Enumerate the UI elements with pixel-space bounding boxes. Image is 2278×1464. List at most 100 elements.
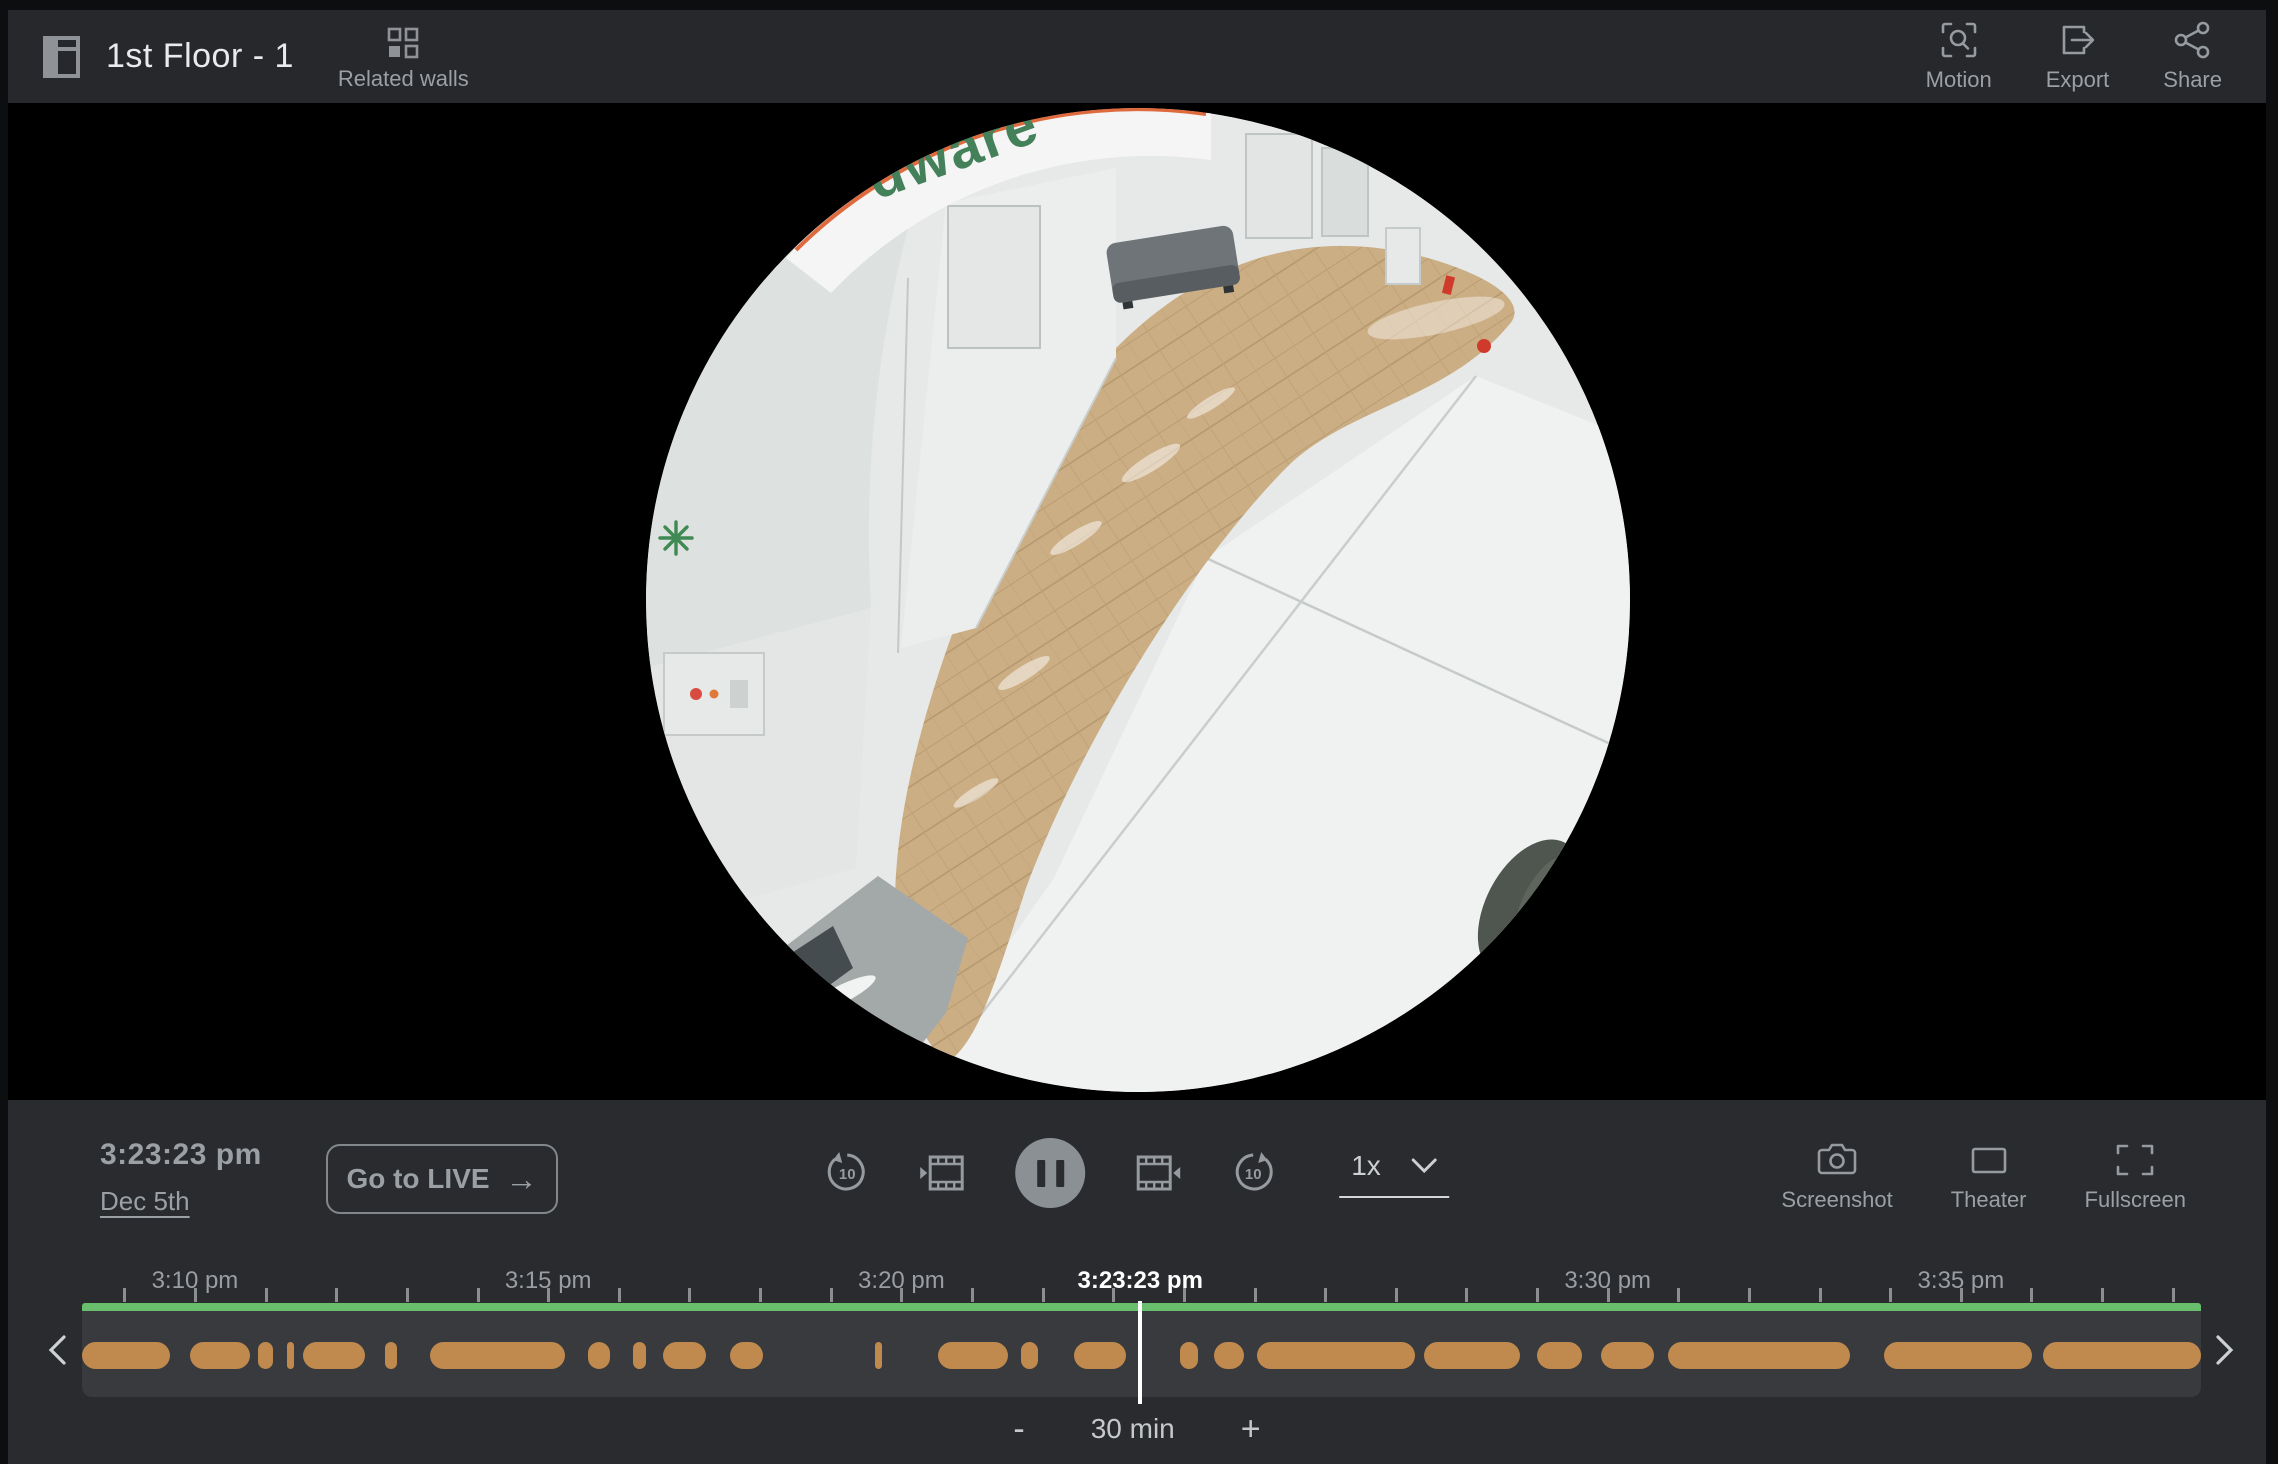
timeline-tick: [1819, 1288, 1822, 1302]
timeline-tick: [1889, 1288, 1892, 1302]
timeline-tick: [547, 1288, 550, 1302]
motion-event-segment: [1257, 1342, 1415, 1369]
video-player-window: 1st Floor - 1 Related walls Motion: [8, 10, 2266, 1464]
motion-event-segment: [430, 1342, 565, 1369]
fisheye-camera-view[interactable]: dware: [646, 108, 1630, 1092]
motion-event-segment: [258, 1342, 273, 1369]
motion-event-segment: [303, 1342, 365, 1369]
motion-event-segment: [1424, 1342, 1520, 1369]
related-walls-button[interactable]: Related walls: [338, 21, 469, 92]
pause-button[interactable]: [1015, 1138, 1085, 1208]
camera-icon: [1816, 1140, 1858, 1180]
go-to-live-button[interactable]: Go to LIVE →: [326, 1144, 558, 1214]
fullscreen-label: Fullscreen: [2085, 1187, 2186, 1213]
motion-event-segment: [663, 1342, 706, 1369]
share-button[interactable]: Share: [2163, 20, 2222, 93]
current-time: 3:23:23 pm: [100, 1138, 262, 1172]
timeline-tick: [688, 1288, 691, 1302]
video-stage: dware: [8, 103, 2266, 1100]
timeline-tick: [1254, 1288, 1257, 1302]
top-bar: 1st Floor - 1 Related walls Motion: [8, 10, 2266, 103]
timeline-scrubber[interactable]: 3:10 pm3:15 pm3:20 pm3:30 pm3:35 pm3:23:…: [82, 1268, 2201, 1406]
forward-10-button[interactable]: 10: [1231, 1151, 1275, 1195]
timeline-tick: [1748, 1288, 1751, 1302]
zoom-window-label: 30 min: [1091, 1413, 1175, 1445]
motion-event-segment: [82, 1342, 170, 1369]
export-icon: [2057, 20, 2097, 60]
motion-event-segment: [1884, 1342, 2032, 1369]
theater-label: Theater: [1951, 1187, 2027, 1213]
wall-layout-icon[interactable]: [43, 36, 80, 78]
motion-event-segment: [1668, 1342, 1850, 1369]
timeline-tick: [830, 1288, 833, 1302]
player-control-panel: 3:23:23 pm Dec 5th Go to LIVE → 10: [8, 1100, 2266, 1464]
timeline-tick: [477, 1288, 480, 1302]
timeline-zoom-controls: - 30 min +: [999, 1410, 1274, 1448]
timeline-tick: [1042, 1288, 1045, 1302]
current-date-link[interactable]: Dec 5th: [100, 1186, 190, 1217]
motion-event-segment: [1214, 1342, 1244, 1369]
zoom-out-button[interactable]: -: [999, 1410, 1038, 1448]
motion-event-segment: [1601, 1342, 1654, 1369]
motion-event-segment: [730, 1342, 763, 1369]
page-title: 1st Floor - 1: [106, 37, 294, 76]
fullscreen-icon: [2114, 1140, 2156, 1180]
motion-event-segment: [385, 1342, 397, 1369]
view-actions: Screenshot Theater Fullscreen: [1781, 1140, 2186, 1213]
timeline-tick: [335, 1288, 338, 1302]
arrow-right-icon: →: [506, 1161, 538, 1198]
top-actions: Motion Export Share: [1926, 20, 2222, 93]
forward-10-icon: 10: [1231, 1151, 1275, 1195]
screenshot-label: Screenshot: [1781, 1187, 1892, 1213]
fullscreen-button[interactable]: Fullscreen: [2085, 1140, 2186, 1213]
timeline-tick: [1677, 1288, 1680, 1302]
timeline-tick: [1960, 1288, 1963, 1302]
timeline-tick: [406, 1288, 409, 1302]
previous-frame-button[interactable]: [919, 1153, 965, 1193]
motion-event-segment: [1074, 1342, 1126, 1369]
motion-search-icon: [1939, 20, 1979, 60]
svg-text:10: 10: [1245, 1166, 1262, 1183]
next-frame-icon: [1135, 1153, 1181, 1193]
motion-event-segment: [190, 1342, 250, 1369]
rewind-10-button[interactable]: 10: [825, 1151, 869, 1195]
export-button[interactable]: Export: [2046, 20, 2110, 93]
theater-button[interactable]: Theater: [1951, 1140, 2027, 1213]
timeline-tick: [2030, 1288, 2033, 1302]
playback-speed-select[interactable]: 1x: [1339, 1148, 1449, 1198]
motion-event-segment: [588, 1342, 610, 1369]
motion-label: Motion: [1926, 67, 1992, 93]
screenshot-button[interactable]: Screenshot: [1781, 1140, 1892, 1213]
time-block: 3:23:23 pm Dec 5th: [100, 1138, 262, 1217]
timeline-tick: [1607, 1288, 1610, 1302]
related-walls-label: Related walls: [338, 66, 469, 92]
timeline-tick: [1465, 1288, 1468, 1302]
export-label: Export: [2046, 67, 2110, 93]
motion-event-segment: [1537, 1342, 1582, 1369]
svg-text:10: 10: [839, 1166, 856, 1183]
motion-event-segment: [633, 1342, 646, 1369]
timeline-tick: [1183, 1288, 1186, 1302]
grid-icon: [387, 27, 419, 59]
timeline-tick: [265, 1288, 268, 1302]
snowflake-decal: [660, 522, 692, 554]
share-label: Share: [2163, 67, 2222, 93]
motion-event-segment: [875, 1342, 882, 1369]
timeline-next-button[interactable]: [2214, 1334, 2236, 1366]
motion-event-segment: [1021, 1342, 1038, 1369]
timeline-tick: [123, 1288, 126, 1302]
timeline-playhead[interactable]: [1138, 1301, 1142, 1404]
motion-event-segment: [2043, 1342, 2201, 1369]
timeline-tick: [2101, 1288, 2104, 1302]
timeline-prev-button[interactable]: [46, 1334, 68, 1366]
timeline-tick: [1536, 1288, 1539, 1302]
zoom-in-button[interactable]: +: [1227, 1410, 1275, 1448]
next-frame-button[interactable]: [1135, 1153, 1181, 1193]
timeline-tick: [759, 1288, 762, 1302]
timeline-tick: [1395, 1288, 1398, 1302]
timeline: 3:10 pm3:15 pm3:20 pm3:30 pm3:35 pm3:23:…: [8, 1268, 2266, 1406]
go-to-live-label: Go to LIVE: [346, 1163, 489, 1195]
motion-button[interactable]: Motion: [1926, 20, 1992, 93]
timeline-tick: [971, 1288, 974, 1302]
timeline-tick: [2172, 1288, 2175, 1302]
